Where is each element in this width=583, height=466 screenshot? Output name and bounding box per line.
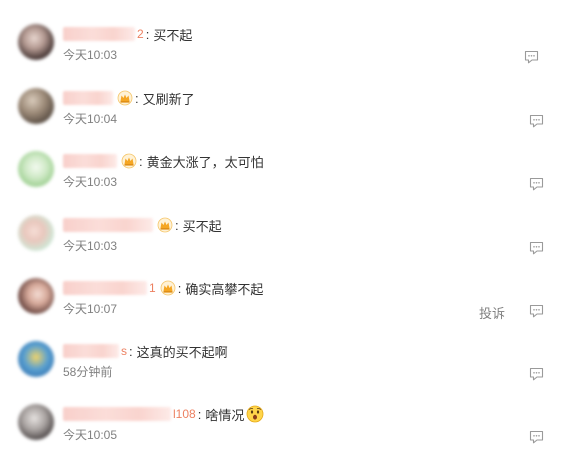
comment-item: l108 : 啥情况 今天10:05 <box>0 404 583 466</box>
comment-text: 确实高攀不起 <box>185 281 264 297</box>
comment-reply-icon[interactable] <box>524 50 539 64</box>
avatar[interactable] <box>18 404 54 440</box>
comment-reply-icon[interactable] <box>529 114 544 128</box>
username-suffix[interactable]: 2 <box>137 27 144 41</box>
username[interactable] <box>63 91 113 105</box>
username[interactable] <box>63 344 119 358</box>
avatar[interactable] <box>18 24 54 60</box>
comment-item: 2 : 买不起 今天10:03 <box>0 24 583 86</box>
comment-reply-icon[interactable] <box>529 177 544 191</box>
comment-time: 今天10:05 <box>63 428 118 442</box>
avatar[interactable] <box>18 278 54 314</box>
comment-item: : 黄金大涨了，太可怕 今天10:03 <box>0 151 583 213</box>
comment-text: 这真的买不起啊 <box>136 344 228 360</box>
comment-time: 今天10:03 <box>63 48 118 62</box>
avatar[interactable] <box>18 151 54 187</box>
comment-text: 又刷新了 <box>142 91 195 107</box>
comment-reply-icon[interactable] <box>529 430 544 444</box>
username[interactable] <box>63 407 171 421</box>
username-suffix[interactable]: l108 <box>173 407 196 421</box>
avatar[interactable] <box>18 341 54 377</box>
comment-item: : 又刷新了 今天10:04 <box>0 88 583 150</box>
username[interactable] <box>63 218 153 232</box>
comment-time: 今天10:03 <box>63 239 118 253</box>
comment-item: : 买不起 今天10:03 <box>0 215 583 277</box>
report-link[interactable]: 投诉 <box>479 303 505 322</box>
comment-time: 58分钟前 <box>63 365 113 379</box>
comment-time: 今天10:03 <box>63 175 118 189</box>
comment-time: 今天10:04 <box>63 112 118 126</box>
username[interactable] <box>63 154 117 168</box>
comment-reply-icon[interactable] <box>529 304 544 318</box>
username[interactable] <box>63 27 135 41</box>
crown-badge-icon <box>117 90 133 106</box>
comment-time: 今天10:07 <box>63 302 118 316</box>
surprised-face-icon <box>246 405 264 423</box>
crown-badge-icon <box>160 280 176 296</box>
avatar[interactable] <box>18 88 54 124</box>
comment-text: 黄金大涨了，太可怕 <box>146 154 264 170</box>
crown-badge-icon <box>121 153 137 169</box>
comment-reply-icon[interactable] <box>529 241 544 255</box>
username[interactable] <box>63 281 147 295</box>
comment-text: 买不起 <box>182 218 222 234</box>
comment-text: 买不起 <box>153 27 193 43</box>
comment-item: s : 这真的买不起啊 58分钟前 <box>0 341 583 403</box>
username-suffix[interactable]: s <box>121 344 127 358</box>
comment-text: 啥情况 <box>205 407 245 423</box>
username-suffix[interactable]: 1 <box>149 281 156 295</box>
comment-reply-icon[interactable] <box>529 367 544 381</box>
avatar[interactable] <box>18 215 54 251</box>
comment-item: 1 : 确实高攀不起 今天10:07 投诉 <box>0 278 583 340</box>
crown-badge-icon <box>157 217 173 233</box>
